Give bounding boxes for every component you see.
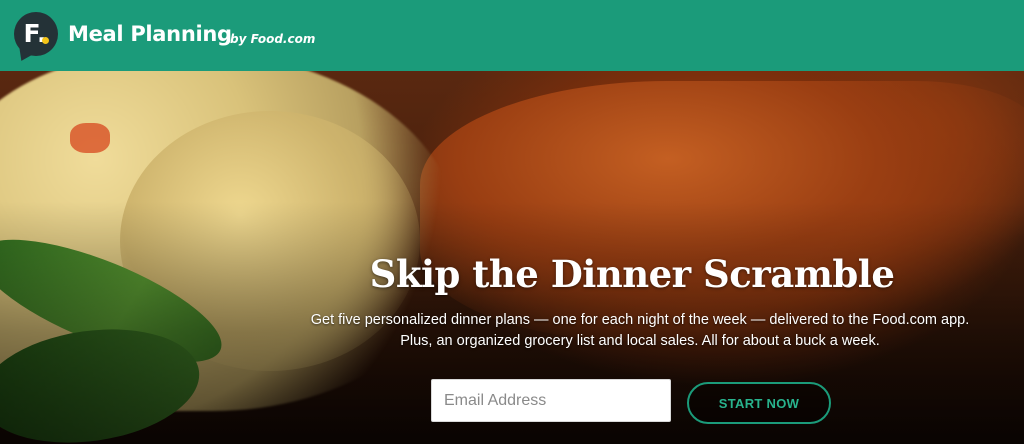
start-now-button[interactable]: START NOW [687, 382, 831, 424]
hero-subtext-line-2: Plus, an organized grocery list and loca… [400, 333, 880, 349]
logo-speech-tail [14, 48, 32, 64]
site-header: F. Meal Planning by Food.com [0, 0, 1024, 71]
brand-name[interactable]: Meal Planning [68, 22, 232, 46]
brand-byline: by Food.com [230, 32, 316, 46]
hero-headline: Skip the Dinner Scramble [369, 252, 895, 296]
email-input[interactable] [431, 379, 671, 422]
food-com-logo-icon[interactable]: F. [14, 12, 58, 64]
logo-dot [42, 37, 49, 44]
page: F. Meal Planning by Food.com Skip the Di… [0, 0, 1024, 444]
hero-subtext-line-1: Get five personalized dinner plans — one… [310, 312, 970, 328]
hero-subtext: Get five personalized dinner plans — one… [250, 310, 1024, 352]
